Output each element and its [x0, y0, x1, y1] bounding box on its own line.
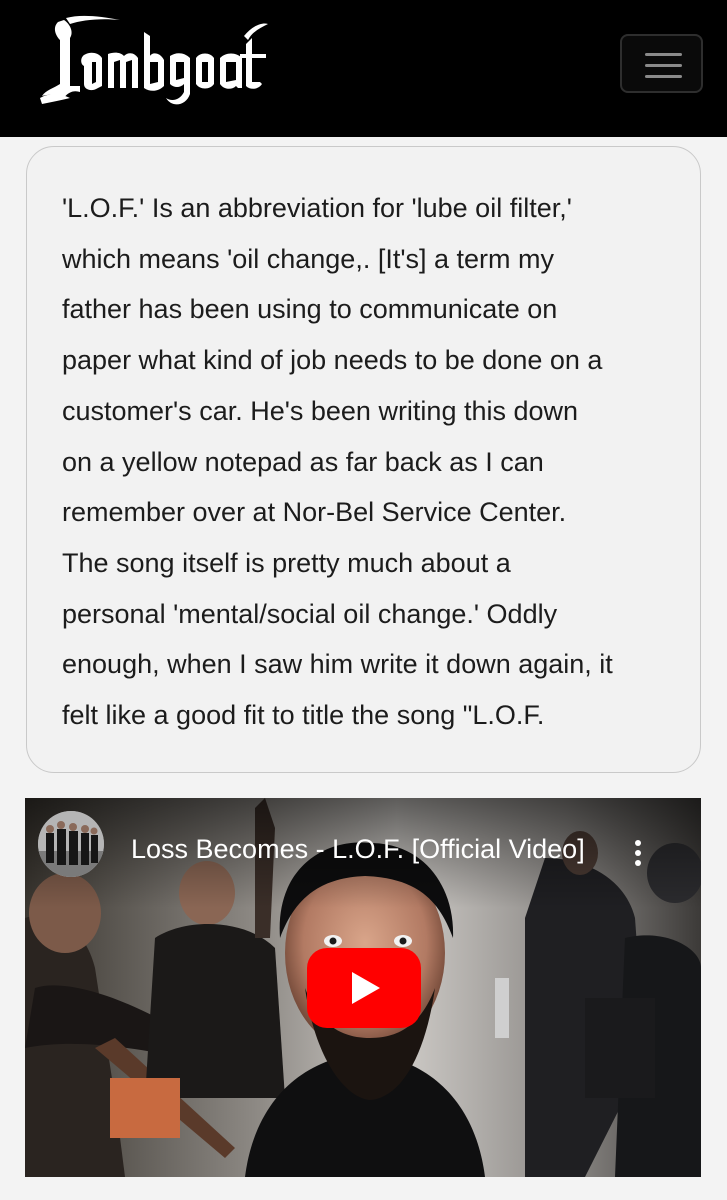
- vertical-ellipsis-icon[interactable]: [627, 836, 651, 870]
- quote-line: enough, when I saw him write it down aga…: [62, 649, 613, 680]
- quote-text: 'L.O.F.' Is an abbreviation for 'lube oi…: [62, 183, 682, 741]
- more-dot: [635, 840, 641, 846]
- quote-blockquote: 'L.O.F.' Is an abbreviation for 'lube oi…: [26, 146, 701, 773]
- quote-line: felt like a good fit to title the song "…: [62, 700, 545, 731]
- menu-toggle-button[interactable]: [620, 34, 703, 93]
- hamburger-menu-icon: [645, 53, 682, 56]
- quote-line: customer's car. He's been writing this d…: [62, 395, 579, 426]
- site-logo[interactable]: [40, 14, 270, 110]
- hamburger-menu-icon-bar: [645, 64, 682, 67]
- quote-line: on a yellow notepad as far back as I can: [62, 446, 544, 477]
- channel-avatar[interactable]: [38, 811, 104, 877]
- quote-line: which means 'oil change,. [It's] a term …: [62, 243, 554, 274]
- quote-line: The song itself is pretty much about a: [62, 547, 511, 578]
- more-dot: [635, 850, 641, 856]
- quote-line: 'L.O.F.' Is an abbreviation for 'lube oi…: [62, 193, 572, 223]
- quote-line: paper what kind of job needs to be done …: [62, 345, 603, 376]
- youtube-play-button[interactable]: [307, 948, 421, 1028]
- band-photo-icon: [38, 811, 104, 877]
- quote-line: father has been using to communicate on: [62, 294, 558, 325]
- quote-line: remember over at Nor-Bel Service Center.: [62, 497, 567, 528]
- youtube-play-icon: [307, 948, 421, 1028]
- lambgoat-logo-icon: [40, 15, 268, 105]
- video-title[interactable]: Loss Becomes - L.O.F. [Official Video]: [131, 834, 601, 865]
- youtube-video-embed[interactable]: Loss Becomes - L.O.F. [Official Video]: [25, 798, 701, 1177]
- more-dot: [635, 860, 641, 866]
- site-header: [0, 0, 727, 137]
- hamburger-menu-icon-bar: [645, 75, 682, 78]
- quote-line: personal 'mental/social oil change.' Odd…: [62, 598, 558, 629]
